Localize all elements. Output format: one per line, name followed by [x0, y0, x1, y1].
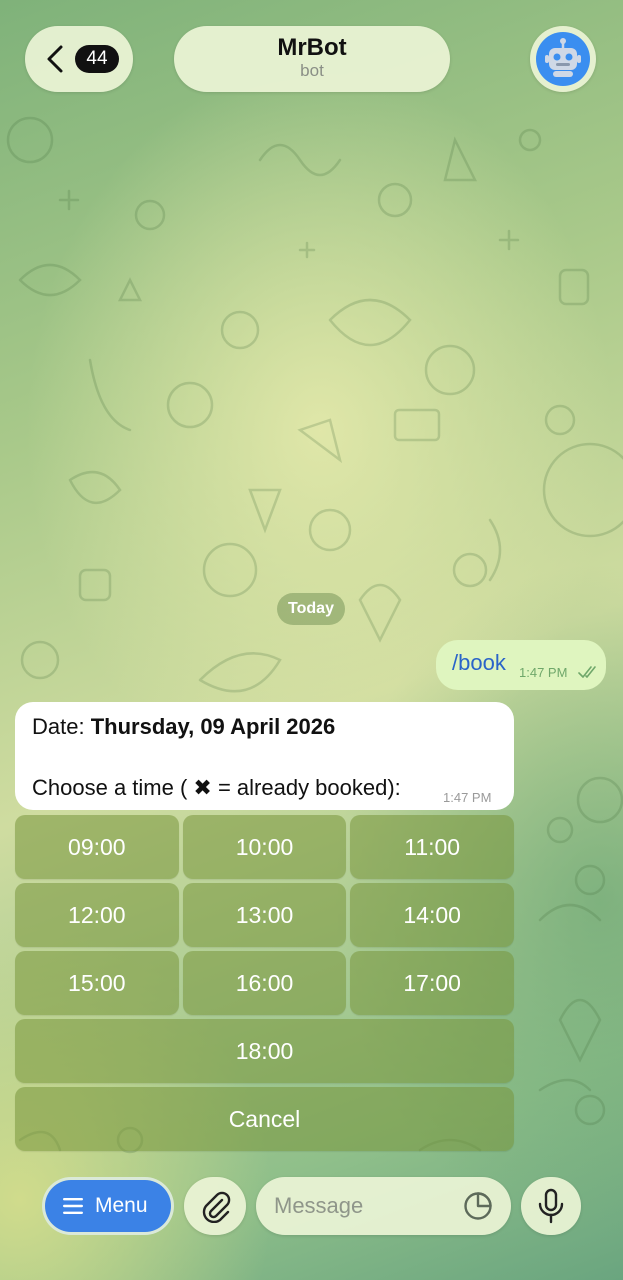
time-slot-button-15-00[interactable]: 15:00 — [15, 951, 179, 1015]
prompt-text-end: = already booked): — [211, 775, 401, 800]
hamburger-icon — [63, 1198, 83, 1214]
message-input-container[interactable] — [256, 1177, 511, 1235]
message-prompt-line: Choose a time ( ✖ = already booked): — [32, 775, 401, 801]
double-check-icon — [578, 666, 596, 678]
time-slot-button-16-00[interactable]: 16:00 — [182, 951, 347, 1015]
message-date-line: Date: Thursday, 09 April 2026 — [32, 714, 335, 740]
keyboard-row: 15:00 16:00 17:00 — [15, 951, 515, 1015]
time-slot-button-11-00[interactable]: 11:00 — [350, 815, 515, 879]
incoming-message[interactable]: Date: Thursday, 09 April 2026 Choose a t… — [15, 702, 514, 810]
message-time: 1:47 PM — [443, 790, 492, 805]
booking-date: Thursday, 09 April 2026 — [90, 714, 336, 739]
date-separator: Today — [277, 593, 345, 625]
chat-title[interactable]: MrBot bot — [174, 26, 450, 92]
time-slot-button-14-00[interactable]: 14:00 — [350, 883, 515, 947]
outgoing-message[interactable]: /book 1:47 PM — [436, 640, 606, 690]
message-text[interactable]: /book — [452, 650, 506, 676]
paperclip-icon — [202, 1191, 231, 1223]
voice-record-button[interactable] — [521, 1177, 581, 1235]
attach-button[interactable] — [184, 1177, 246, 1235]
time-slot-button-09-00[interactable]: 09:00 — [15, 815, 179, 879]
time-slot-button-10-00[interactable]: 10:00 — [182, 815, 347, 879]
menu-button[interactable]: Menu — [42, 1177, 174, 1235]
chat-name: MrBot — [277, 34, 347, 61]
time-slot-button-12-00[interactable]: 12:00 — [15, 883, 179, 947]
date-label: Date: — [32, 714, 91, 739]
time-slot-button-18-00[interactable]: 18:00 — [15, 1019, 514, 1083]
avatar — [536, 32, 590, 86]
keyboard-row: Cancel — [15, 1087, 514, 1151]
prompt-text-start: Choose a time ( — [32, 775, 194, 800]
keyboard-row: 12:00 13:00 14:00 — [15, 883, 515, 947]
sticker-icon[interactable] — [463, 1191, 493, 1221]
robot-icon — [545, 38, 581, 77]
back-button[interactable]: 44 — [25, 26, 133, 92]
inline-keyboard: 09:00 10:00 11:00 12:00 13:00 14:00 15:00 16:00… — [15, 815, 515, 1155]
chevron-left-icon — [47, 45, 63, 73]
chat-status: bot — [300, 61, 324, 80]
time-slot-button-13-00[interactable]: 13:00 — [182, 883, 347, 947]
message-input[interactable] — [274, 1187, 454, 1225]
microphone-icon — [538, 1188, 564, 1224]
keyboard-row: 09:00 10:00 11:00 — [15, 815, 515, 879]
unread-count-badge: 44 — [75, 45, 119, 73]
keyboard-row: 18:00 — [15, 1019, 514, 1083]
time-slot-button-17-00[interactable]: 17:00 — [350, 951, 515, 1015]
cross-mark-icon: ✖ — [193, 776, 212, 801]
menu-label: Menu — [95, 1194, 148, 1217]
avatar-button[interactable] — [530, 26, 596, 92]
message-time: 1:47 PM — [519, 665, 568, 680]
cancel-button[interactable]: Cancel — [15, 1087, 514, 1151]
